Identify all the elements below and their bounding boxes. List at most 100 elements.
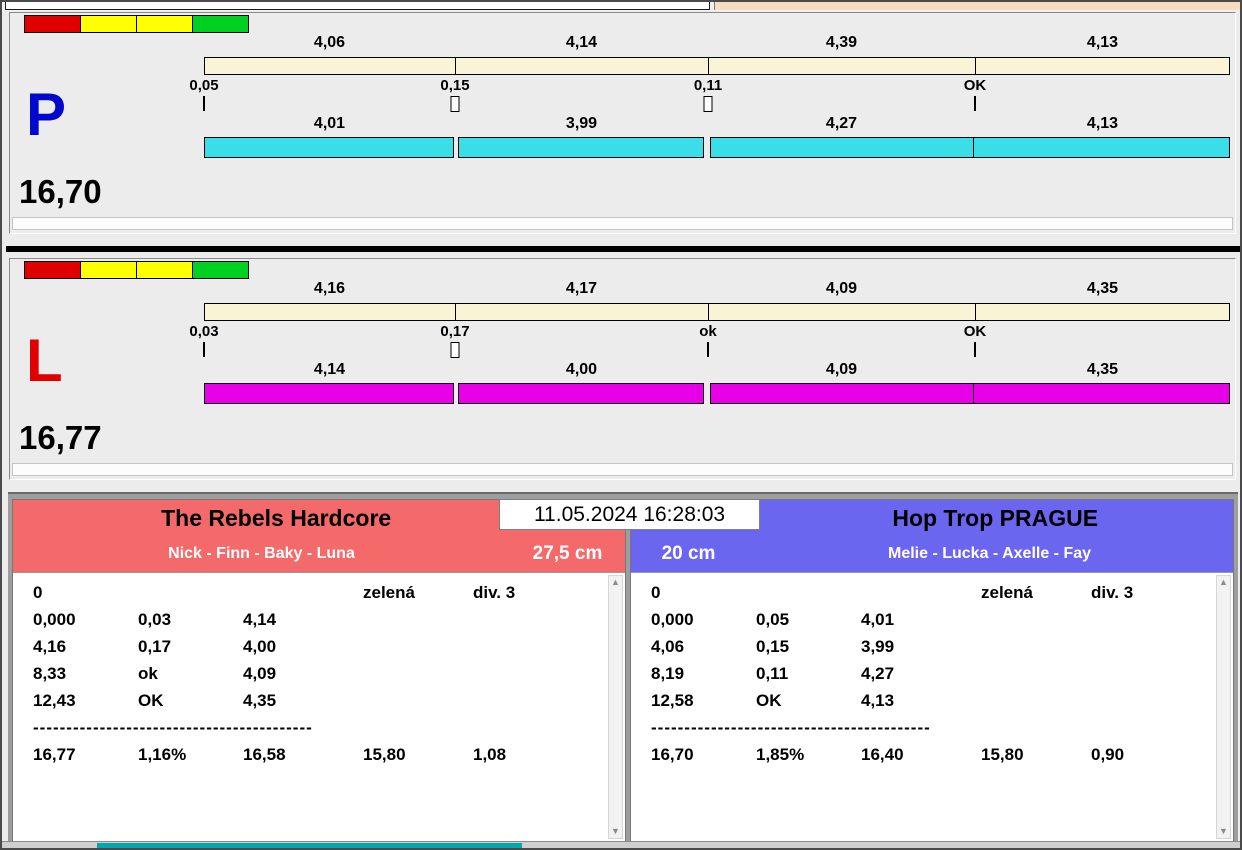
gate-label: OK: [963, 323, 987, 340]
total-time: 16,77: [33, 745, 76, 764]
lane-l-split-bar-bottom: [204, 383, 1230, 404]
gate-label: ok: [699, 323, 717, 340]
gate-value: 0,15: [756, 637, 790, 656]
titlebar-left-strip: [5, 2, 710, 10]
lane-p-status-strip: [12, 217, 1233, 230]
cumulative-time: 0,000: [33, 610, 76, 629]
total-diff: 1,08: [473, 745, 507, 764]
lane-p-split-bar-top: [204, 57, 1230, 75]
lane-p-split-labels-top: 4,06 4,14 4,39 4,13: [204, 34, 1230, 52]
total-reference: 15,80: [363, 745, 406, 764]
scroll-down-icon[interactable]: ▼: [1219, 827, 1228, 836]
cumulative-time: 4,16: [33, 637, 67, 656]
gate-value: 0,11: [756, 664, 789, 683]
lane-p-letter: P: [26, 81, 67, 148]
start-light-yellow2-icon: [136, 261, 193, 279]
titlebar-right-strip: [714, 2, 1240, 10]
team-right-name: Hop Trop PRAGUE: [892, 504, 1099, 531]
start-light-yellow1-icon: [80, 261, 137, 279]
lane-p-bar-area: 4,06 4,14 4,39 4,13 0,05 0,15 0,11 OK 4,…: [189, 13, 1230, 233]
split-segment: [458, 137, 704, 158]
split-segment: [973, 137, 1230, 158]
result-separator: ----------------------------------------…: [651, 718, 931, 737]
gate-tick-icon: [707, 342, 709, 357]
gate-tick-icon: [974, 342, 976, 357]
split-label: 4,00: [565, 361, 598, 378]
result-separator: ----------------------------------------…: [33, 718, 313, 737]
scroll-down-icon[interactable]: ▼: [611, 827, 620, 836]
scroll-up-icon[interactable]: ▲: [611, 578, 620, 587]
split-label: 4,09: [825, 361, 858, 378]
team-right-subheader: 20 cm Melie - Lucka - Axelle - Fay: [631, 536, 1233, 572]
result-totals-row: 16,70 1,85% 16,40 15,80 0,90: [631, 741, 1233, 768]
total-time: 16,70: [651, 745, 694, 764]
split-segment: [710, 383, 974, 404]
start-light-red-icon: [24, 261, 81, 279]
gate-value: ok: [138, 664, 158, 683]
gate-value: 0,03: [138, 610, 172, 629]
team-panel-right: Hop Trop PRAGUE 20 cm Melie - Lucka - Ax…: [630, 499, 1234, 842]
bar-divider: [975, 304, 976, 320]
team-left-jump-height: 27,5 cm: [532, 543, 603, 564]
bottom-progress-bar: [97, 843, 522, 848]
gate-tick-icon: [203, 96, 205, 111]
dog-time: 4,09: [243, 664, 277, 683]
lane-p-gate-labels: 0,05 0,15 0,11 OK: [189, 77, 1230, 95]
team-left-scrollbar[interactable]: ▲ ▼: [608, 575, 623, 839]
result-row: 12,43 OK 4,35: [13, 687, 625, 714]
lane-l-split-bar-top: [204, 303, 1230, 321]
lane-l-split-labels-bottom: 4,14 4,00 4,09 4,35: [204, 361, 1230, 379]
heat-number: 0: [651, 583, 661, 602]
lane-l-status-strip: [12, 463, 1233, 476]
split-segment: [973, 383, 1230, 404]
result-info-row: 0 zelená div. 3: [13, 579, 625, 606]
titlebar: [2, 2, 1240, 11]
dog-time: 4,13: [861, 691, 895, 710]
lane-p-split-bar-bottom: [204, 137, 1230, 158]
result-row: 0,000 0,05 4,01: [631, 606, 1233, 633]
gate-label: OK: [963, 77, 987, 94]
lane-p-gate-ticks: [203, 96, 1230, 113]
total-reference: 15,80: [981, 745, 1024, 764]
lane-p-panel: P 4,06 4,14 4,39 4,13 0,05 0,15 0,11 OK: [9, 12, 1236, 234]
results-section: 11.05.2024 16:28:03 The Rebels Hardcore …: [8, 492, 1238, 845]
team-right-members: Melie - Lucka - Axelle - Fay: [887, 545, 1092, 562]
cumulative-time: 12,43: [33, 691, 76, 710]
lane-l-total-time: 16,77: [19, 419, 102, 456]
bar-divider: [455, 304, 456, 320]
lane-p-total-time: 16,70: [19, 173, 102, 210]
split-label: 4,14: [565, 34, 598, 51]
lane-l-panel: L 4,16 4,17 4,09 4,35 0,03 0,17 ok OK 4,…: [9, 258, 1236, 480]
team-left-members: Nick - Finn - Baky - Luna: [168, 545, 355, 562]
result-row: 0,000 0,03 4,14: [13, 606, 625, 633]
lane-p-split-labels-bottom: 4,01 3,99 4,27 4,13: [204, 115, 1230, 133]
status-label: zelená: [981, 583, 1033, 602]
split-label: 4,13: [1086, 115, 1119, 132]
bar-divider: [975, 58, 976, 74]
split-label: 4,14: [313, 361, 346, 378]
gate-value: 0,17: [138, 637, 172, 656]
result-row: 8,33 ok 4,09: [13, 660, 625, 687]
lane-l-split-labels-top: 4,16 4,17 4,09 4,35: [204, 280, 1230, 298]
result-row: 4,16 0,17 4,00: [13, 633, 625, 660]
team-panel-left: The Rebels Hardcore Nick - Finn - Baky -…: [12, 499, 626, 842]
start-light-red-icon: [24, 15, 81, 33]
split-label: 4,01: [313, 115, 346, 132]
gate-label: 0,05: [189, 77, 219, 94]
gate-tick-icon: [450, 96, 460, 112]
gate-value: 0,05: [756, 610, 790, 629]
lane-l-bar-area: 4,16 4,17 4,09 4,35 0,03 0,17 ok OK 4,14…: [189, 259, 1230, 479]
total-net: 16,58: [243, 745, 286, 764]
datetime-display: 11.05.2024 16:28:03: [499, 499, 760, 530]
split-segment: [458, 383, 704, 404]
lane-l-gate-ticks: [203, 342, 1230, 359]
gate-tick-icon: [974, 96, 976, 111]
scroll-up-icon[interactable]: ▲: [1219, 578, 1228, 587]
cumulative-time: 0,000: [651, 610, 694, 629]
start-light-yellow2-icon: [136, 15, 193, 33]
timing-app-window: P 4,06 4,14 4,39 4,13 0,05 0,15 0,11 OK: [0, 0, 1242, 850]
dog-time: 4,35: [243, 691, 277, 710]
dog-time: 3,99: [861, 637, 895, 656]
team-right-scrollbar[interactable]: ▲ ▼: [1216, 575, 1231, 839]
status-label: zelená: [363, 583, 415, 602]
